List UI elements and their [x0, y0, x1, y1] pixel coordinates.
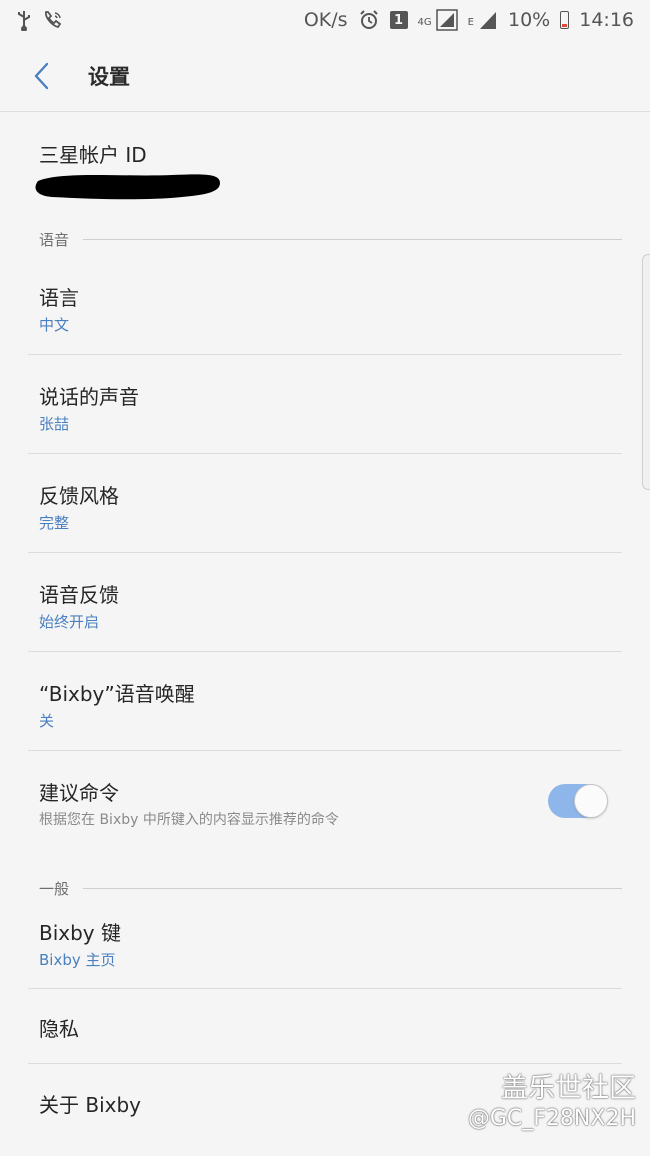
status-bar: OK/s 1 4G E 10% 14:16 [0, 0, 650, 40]
battery-icon [560, 11, 570, 29]
setting-voice-feedback-title: 语音反馈 [39, 583, 119, 607]
watermark-handle: @GC_F28NX2H [467, 1106, 636, 1131]
suggested-commands-toggle[interactable] [548, 784, 608, 818]
setting-language-value: 中文 [39, 316, 70, 334]
setting-voice-feedback-value: 始终开启 [39, 613, 100, 631]
clock: 14:16 [579, 9, 634, 31]
setting-speaking-voice-title: 说话的声音 [39, 385, 139, 409]
app-header: 设置 [0, 40, 650, 112]
sim-badge: 1 [389, 11, 408, 29]
account-item[interactable]: 三星帐户 ID [0, 112, 650, 222]
battery-percent: 10% [508, 9, 551, 31]
chevron-left-icon [34, 62, 49, 89]
setting-language[interactable]: 语言 中文 [0, 256, 650, 355]
watermark-title: 盖乐世社区 [501, 1073, 636, 1104]
setting-bixby-key-value: Bixby 主页 [39, 951, 116, 969]
setting-voice-wakeup-title: “Bixby”语音唤醒 [39, 682, 195, 706]
account-label: 三星帐户 ID [39, 143, 147, 167]
setting-speaking-voice[interactable]: 说话的声音 张喆 [0, 355, 650, 454]
network-e-label: E [467, 17, 474, 28]
setting-feedback-style[interactable]: 反馈风格 完整 [0, 454, 650, 553]
signal-icon-2 [478, 9, 498, 31]
setting-suggested-commands-title: 建议命令 [39, 781, 119, 805]
toggle-knob [574, 784, 608, 818]
section-title-voice: 语音 [39, 230, 70, 249]
setting-voice-wakeup-value: 关 [39, 712, 55, 730]
status-right: OK/s 1 4G E 10% 14:16 [304, 9, 634, 31]
setting-suggested-commands[interactable]: 建议命令 根据您在 Bixby 中所键入的内容显示推荐的命令 [0, 751, 650, 859]
settings-list: 三星帐户 ID 语音 语言 中文 说话的声音 张喆 反馈风格 完整 语音反馈 始… [0, 112, 650, 1139]
redacted-account-id [35, 174, 220, 200]
setting-feedback-style-value: 完整 [39, 514, 70, 532]
section-general: 一般 [0, 871, 650, 905]
setting-speaking-voice-value: 张喆 [39, 415, 70, 433]
scroll-indicator[interactable] [642, 254, 650, 490]
alarm-icon [358, 9, 380, 31]
setting-language-title: 语言 [39, 286, 79, 310]
status-left [16, 9, 64, 31]
setting-voice-feedback[interactable]: 语音反馈 始终开启 [0, 553, 650, 652]
signal-icon [435, 9, 458, 31]
section-divider [83, 238, 622, 240]
usb-icon [16, 9, 32, 31]
setting-suggested-commands-desc: 根据您在 Bixby 中所键入的内容显示推荐的命令 [39, 812, 339, 828]
setting-about-title: 关于 Bixby [39, 1093, 142, 1117]
setting-bixby-key-title: Bixby 键 [39, 921, 122, 945]
section-divider [83, 887, 622, 889]
setting-bixby-key[interactable]: Bixby 键 Bixby 主页 [0, 905, 650, 989]
phone-call-icon [42, 9, 64, 31]
page-title: 设置 [88, 64, 130, 89]
section-title-general: 一般 [39, 879, 70, 898]
setting-feedback-style-title: 反馈风格 [39, 484, 119, 508]
setting-voice-wakeup[interactable]: “Bixby”语音唤醒 关 [0, 652, 650, 751]
setting-privacy[interactable]: 隐私 [0, 989, 650, 1064]
network-speed: OK/s [303, 9, 348, 31]
section-voice: 语音 [0, 222, 650, 256]
setting-privacy-title: 隐私 [39, 1017, 79, 1041]
network-4g-label: 4G [417, 17, 432, 28]
back-button[interactable] [10, 40, 74, 112]
